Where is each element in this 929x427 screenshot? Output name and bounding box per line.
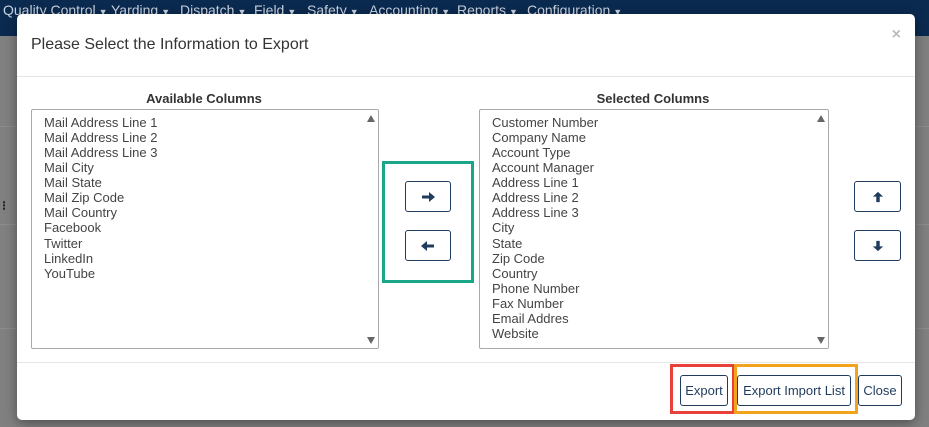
- modal-footer-divider: [17, 362, 915, 363]
- move-down-button[interactable]: [854, 230, 901, 261]
- close-icon[interactable]: ×: [892, 26, 901, 44]
- list-item[interactable]: Customer Number: [492, 115, 598, 130]
- scroll-up-icon[interactable]: [817, 115, 825, 122]
- available-columns-list[interactable]: Mail Address Line 1 Mail Address Line 2 …: [31, 109, 379, 349]
- list-item[interactable]: Account Manager: [492, 160, 594, 175]
- scroll-up-icon[interactable]: [367, 115, 375, 122]
- move-left-button[interactable]: [405, 230, 451, 261]
- list-item[interactable]: Twitter: [44, 236, 82, 251]
- list-item[interactable]: Account Type: [492, 145, 571, 160]
- list-item[interactable]: City: [492, 220, 514, 235]
- selected-columns-list[interactable]: Customer Number Company Name Account Typ…: [479, 109, 829, 349]
- list-item[interactable]: LinkedIn: [44, 251, 93, 266]
- available-columns-label: Available Columns: [146, 91, 262, 106]
- list-item[interactable]: Phone Number: [492, 281, 579, 296]
- list-item[interactable]: Mail Zip Code: [44, 190, 124, 205]
- move-right-button[interactable]: [405, 181, 451, 212]
- arrow-down-icon: [872, 240, 883, 251]
- transfer-highlight: [382, 161, 474, 283]
- export-modal: Please Select the Information to Export …: [17, 14, 915, 420]
- export-import-list-button[interactable]: Export Import List: [737, 375, 851, 406]
- list-item[interactable]: Email Addres: [492, 311, 569, 326]
- list-item[interactable]: Zip Code: [492, 251, 545, 266]
- list-item[interactable]: Mail Address Line 1: [44, 115, 157, 130]
- sort-icon: ⁝: [2, 198, 7, 213]
- list-item[interactable]: Mail State: [44, 175, 102, 190]
- list-item[interactable]: Address Line 2: [492, 190, 579, 205]
- modal-header: Please Select the Information to Export …: [17, 14, 915, 77]
- list-item[interactable]: Mail Address Line 2: [44, 130, 157, 145]
- move-up-button[interactable]: [854, 181, 901, 212]
- scroll-down-icon[interactable]: [817, 337, 825, 344]
- list-item[interactable]: Address Line 1: [492, 175, 579, 190]
- list-item[interactable]: Country: [492, 266, 538, 281]
- selected-columns-label: Selected Columns: [596, 91, 710, 106]
- list-item[interactable]: State: [492, 236, 522, 251]
- list-item[interactable]: YouTube: [44, 266, 95, 281]
- list-item[interactable]: Fax Number: [492, 296, 564, 311]
- scroll-down-icon[interactable]: [367, 337, 375, 344]
- arrow-right-icon: [422, 191, 435, 202]
- list-item[interactable]: Address Line 3: [492, 205, 579, 220]
- close-button[interactable]: Close: [858, 375, 902, 406]
- modal-title: Please Select the Information to Export: [31, 36, 309, 53]
- list-item[interactable]: Company Name: [492, 130, 586, 145]
- arrow-left-icon: [421, 240, 434, 251]
- list-item[interactable]: Website: [492, 326, 539, 341]
- list-item[interactable]: Mail Address Line 3: [44, 145, 157, 160]
- list-item[interactable]: Mail Country: [44, 205, 117, 220]
- arrow-up-icon: [872, 191, 883, 202]
- export-button[interactable]: Export: [680, 375, 728, 406]
- list-item[interactable]: Facebook: [44, 220, 101, 235]
- list-item[interactable]: Mail City: [44, 160, 94, 175]
